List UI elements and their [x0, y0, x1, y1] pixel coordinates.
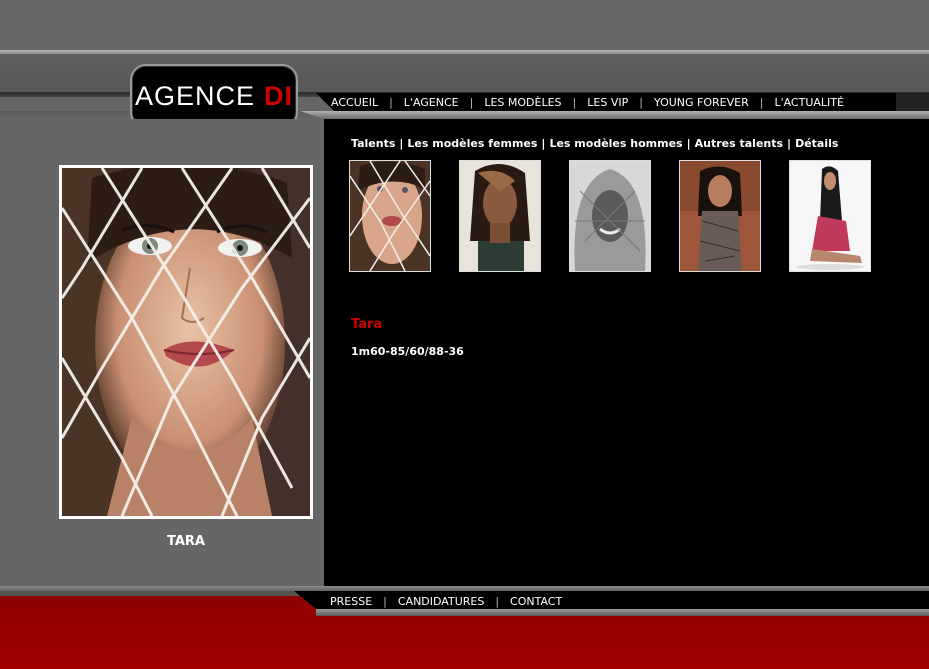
subnav-autres-talents[interactable]: Autres talents	[695, 137, 783, 150]
subnav-talents[interactable]: Talents	[351, 137, 395, 150]
footer-separator: |	[383, 595, 387, 608]
footer-candidatures[interactable]: CANDIDATURES	[391, 595, 491, 608]
subnav-modeles-hommes[interactable]: Les modèles hommes	[549, 137, 682, 150]
subnav-separator: |	[787, 137, 792, 150]
thumbnail-4[interactable]	[679, 160, 761, 272]
footer-bar-left	[0, 591, 300, 596]
thumbnail-2[interactable]	[459, 160, 541, 272]
subnav-details[interactable]: Détails	[795, 137, 838, 150]
model-measurements: 1m60-85/60/88-36	[351, 345, 464, 358]
footer-nav: PRESSE | CANDIDATURES | CONTACT	[323, 594, 569, 609]
nav-actualite[interactable]: L'ACTUALITÉ	[767, 96, 851, 109]
model-main-photo	[59, 165, 313, 519]
nav-accueil[interactable]: ACCUEIL	[324, 96, 385, 109]
nav-young-forever[interactable]: YOUNG FOREVER	[647, 96, 756, 109]
model-name: Tara	[351, 317, 383, 332]
footer-under-rail	[316, 609, 929, 616]
thumbnail-5[interactable]	[789, 160, 871, 272]
model-caption: TARA	[167, 534, 205, 549]
subnav-separator: |	[686, 137, 691, 150]
logo-accent: DI	[264, 80, 294, 111]
top-nav-bar-end	[896, 93, 929, 111]
nav-vip[interactable]: LES VIP	[580, 96, 635, 109]
subnav-separator: |	[541, 137, 546, 150]
logo-text: AGENCE	[134, 80, 256, 111]
top-band	[0, 0, 929, 50]
thumbnail-1[interactable]	[349, 160, 431, 272]
nav-agence[interactable]: L'AGENCE	[397, 96, 466, 109]
footer-contact[interactable]: CONTACT	[503, 595, 569, 608]
nav-under-rail	[300, 111, 929, 119]
nav-separator: |	[469, 96, 474, 109]
nav-modeles[interactable]: LES MODÈLES	[477, 96, 568, 109]
nav-separator: |	[639, 96, 643, 109]
nav-separator: |	[389, 96, 393, 109]
subnav-modeles-femmes[interactable]: Les modèles femmes	[407, 137, 537, 150]
footer-separator: |	[495, 595, 500, 608]
nav-separator: |	[759, 96, 764, 109]
top-nav: ACCUEIL | L'AGENCE | LES MODÈLES | LES V…	[324, 95, 851, 110]
footer-presse[interactable]: PRESSE	[323, 595, 379, 608]
thumbnail-3[interactable]	[569, 160, 651, 272]
nav-separator: |	[572, 96, 577, 109]
subnav-separator: |	[399, 137, 404, 150]
sub-nav: Talents | Les modèles femmes | Les modèles h…	[351, 137, 838, 150]
